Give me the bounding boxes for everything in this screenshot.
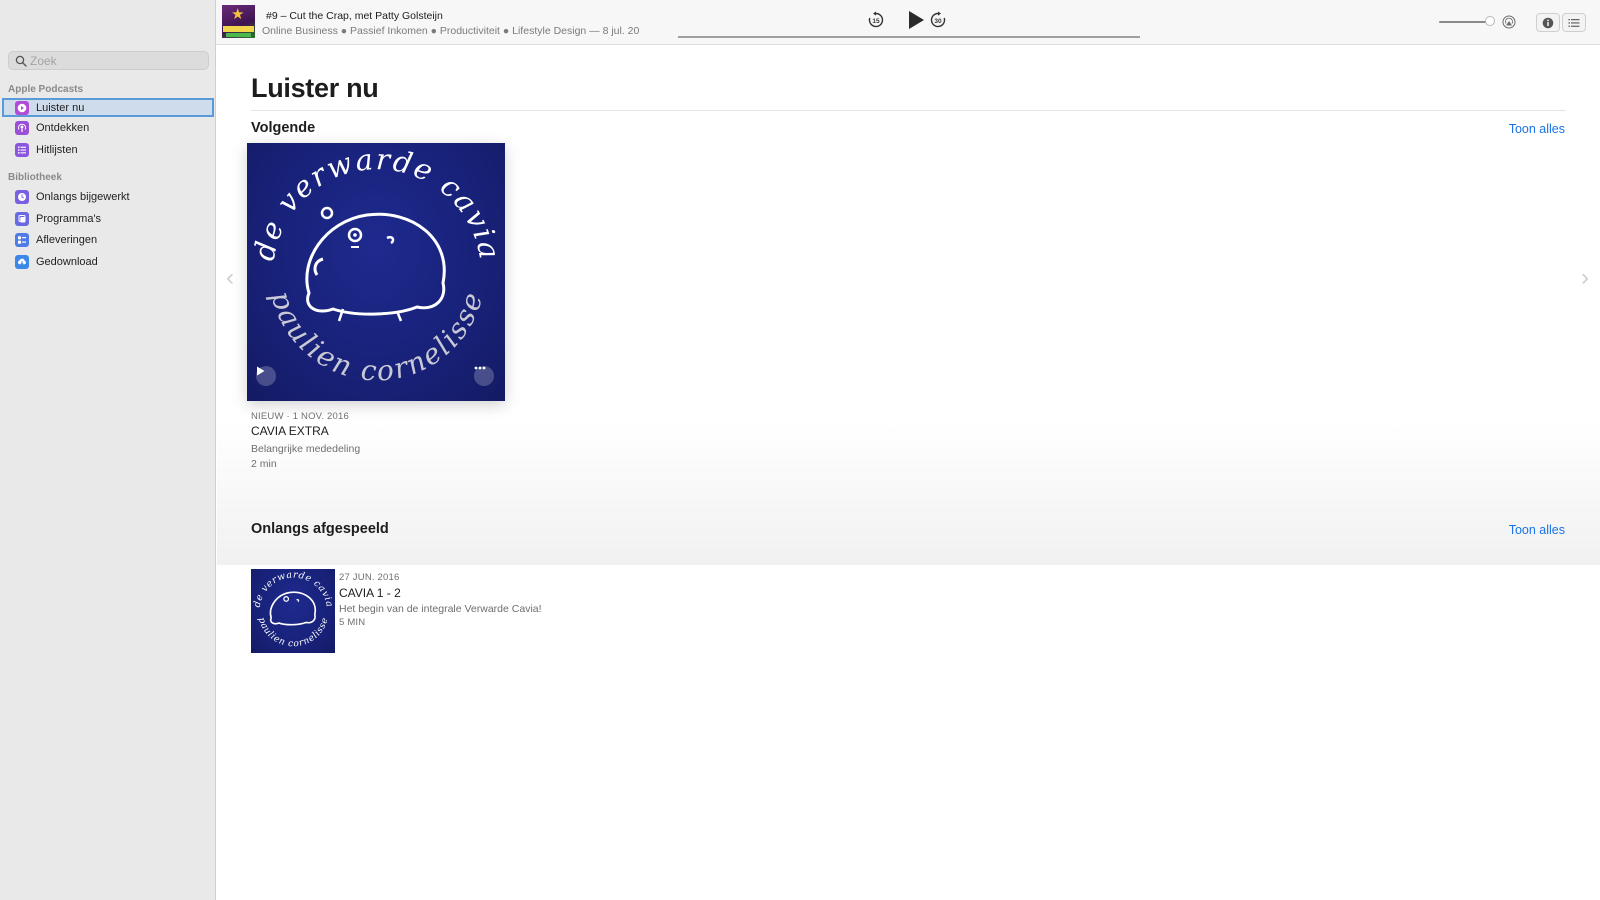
play-button[interactable] bbox=[904, 8, 928, 32]
artwork-top-text: de verwarde cavia bbox=[252, 569, 335, 608]
main-content: Luister nu Volgende Toon alles ‹ › de ve… bbox=[217, 45, 1600, 900]
artwork-bottom-text: paulien cornelisse bbox=[256, 616, 330, 649]
see-all-recently-played-link[interactable]: Toon alles bbox=[1509, 523, 1565, 537]
playback-progress-bar[interactable] bbox=[678, 36, 1140, 38]
clock-icon bbox=[15, 189, 29, 204]
episodes-icon bbox=[15, 232, 29, 247]
episode-artwork-cavia-extra[interactable]: de verwarde cavia paulien cornelisse bbox=[247, 143, 505, 401]
sidebar-item-programmas[interactable]: Programma's bbox=[2, 209, 214, 228]
player-bar: ★ #9 – Cut the Crap, met Patty Golsteijn… bbox=[216, 0, 1600, 45]
artwork-bottom-text: paulien cornelisse bbox=[264, 287, 488, 388]
episode-more-button[interactable] bbox=[474, 366, 494, 386]
list-icon bbox=[15, 142, 29, 157]
queue-button[interactable] bbox=[1562, 13, 1586, 32]
episode-title-link[interactable]: CAVIA 1 - 2 bbox=[339, 586, 401, 600]
svg-text:paulien cornelisse: paulien cornelisse bbox=[264, 287, 490, 388]
sidebar-item-label: Hitlijsten bbox=[36, 143, 78, 156]
scroll-left-arrow-icon[interactable]: ‹ bbox=[223, 263, 237, 293]
sidebar-item-label: Programma's bbox=[36, 212, 102, 225]
episode-play-button[interactable] bbox=[256, 366, 276, 386]
scroll-right-arrow-icon[interactable]: › bbox=[1578, 263, 1592, 293]
now-playing-artwork[interactable]: ★ bbox=[222, 5, 255, 38]
sidebar-item-label: Gedownload bbox=[36, 255, 98, 268]
play-icon bbox=[909, 11, 924, 29]
skip-forward-icon: 30 bbox=[930, 11, 946, 28]
search-field[interactable] bbox=[8, 51, 209, 70]
podcast-logo-icon: ★ bbox=[231, 6, 245, 23]
info-icon bbox=[1542, 17, 1554, 28]
verwarde-cavia-artwork: de verwarde cavia paulien cornelisse bbox=[252, 569, 335, 649]
section-title-volgende: Volgende bbox=[251, 120, 316, 136]
episode-duration: 5 MIN bbox=[339, 617, 366, 628]
sidebar-item-luister-nu[interactable]: Luister nu bbox=[2, 98, 214, 117]
sidebar-item-gedownload[interactable]: Gedownload bbox=[2, 252, 214, 271]
episode-date: 27 JUN. 2016 bbox=[339, 572, 400, 583]
sidebar-item-hitlijsten[interactable]: Hitlijsten bbox=[2, 140, 214, 159]
airplay-icon[interactable] bbox=[1502, 15, 1516, 29]
see-all-up-next-link[interactable]: Toon alles bbox=[1509, 122, 1565, 136]
skip-back-15-button[interactable]: 15 bbox=[866, 10, 886, 30]
download-cloud-icon bbox=[15, 254, 29, 269]
verwarde-cavia-artwork: de verwarde cavia paulien cornelisse bbox=[247, 143, 505, 388]
episode-artwork-cavia-1-2[interactable]: de verwarde cavia paulien cornelisse bbox=[251, 569, 335, 653]
page-title: Luister nu bbox=[251, 73, 379, 103]
play-circle-icon bbox=[15, 100, 29, 115]
ellipsis-icon bbox=[474, 366, 486, 370]
svg-text:de verwarde cavia: de verwarde cavia bbox=[247, 143, 505, 263]
skip-forward-30-button[interactable]: 30 bbox=[928, 10, 948, 30]
sidebar: Apple Podcasts Luister nu Ontdekken Hitl… bbox=[0, 0, 216, 900]
sidebar-item-label: Luister nu bbox=[36, 101, 85, 114]
queue-list-icon bbox=[1568, 18, 1580, 27]
episode-title-link[interactable]: CAVIA EXTRA bbox=[251, 424, 329, 438]
section-heading-bibliotheek: Bibliotheek bbox=[8, 172, 62, 183]
episode-description: Het begin van de integrale Verwarde Cavi… bbox=[339, 603, 542, 615]
section-title-onlangs-afgespeeld: Onlangs afgespeeld bbox=[251, 521, 389, 537]
sidebar-item-label: Onlangs bijgewerkt bbox=[36, 190, 130, 203]
artwork-top-text: de verwarde cavia bbox=[247, 143, 505, 263]
title-divider bbox=[251, 110, 1566, 111]
episode-description: Belangrijke mededeling bbox=[251, 443, 361, 455]
podcast-icon bbox=[15, 120, 29, 135]
search-input[interactable] bbox=[30, 52, 200, 69]
info-button[interactable] bbox=[1536, 13, 1560, 32]
now-playing-title: #9 – Cut the Crap, met Patty Golsteijn bbox=[266, 10, 443, 22]
stack-icon bbox=[15, 211, 29, 226]
skip-forward-seconds: 30 bbox=[934, 18, 942, 25]
skip-back-icon: 15 bbox=[868, 11, 884, 28]
shelf-background bbox=[217, 423, 1600, 565]
volume-slider-knob[interactable] bbox=[1485, 16, 1496, 26]
episode-duration: 2 min bbox=[251, 458, 277, 470]
sidebar-item-ontdekken[interactable]: Ontdekken bbox=[2, 118, 214, 137]
sidebar-item-label: Ontdekken bbox=[36, 121, 90, 134]
sidebar-item-onlangs-bijgewerkt[interactable]: Onlangs bijgewerkt bbox=[2, 187, 214, 206]
play-icon bbox=[257, 366, 265, 376]
episode-meta: NIEUW · 1 NOV. 2016 bbox=[251, 411, 349, 422]
skip-back-seconds: 15 bbox=[872, 18, 880, 25]
search-icon bbox=[15, 55, 27, 67]
svg-text:paulien cornelisse: paulien cornelisse bbox=[256, 616, 331, 649]
now-playing-subtitle: Online Business ● Passief Inkomen ● Prod… bbox=[262, 25, 640, 37]
sidebar-item-afleveringen[interactable]: Afleveringen bbox=[2, 230, 214, 249]
svg-text:de verwarde cavia: de verwarde cavia bbox=[252, 569, 335, 608]
section-heading-apple-podcasts: Apple Podcasts bbox=[8, 84, 84, 95]
sidebar-item-label: Afleveringen bbox=[36, 233, 98, 246]
